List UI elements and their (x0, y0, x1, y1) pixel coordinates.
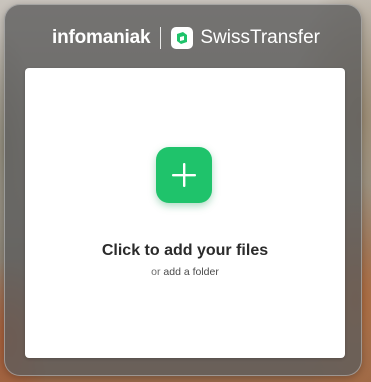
add-files-label[interactable]: Click to add your files (25, 242, 345, 260)
or-text: or (151, 266, 161, 278)
brand-divider (160, 27, 162, 49)
add-folder-line: or add a folder (25, 266, 345, 278)
swisstransfer-logo-text: SwissTransfer (200, 27, 320, 48)
brand-header: infomaniak SwissTransfer (4, 24, 362, 52)
add-folder-link[interactable]: add a folder (163, 266, 218, 278)
add-files-button[interactable] (156, 147, 212, 203)
infomaniak-logo-text: infomaniak (52, 27, 151, 48)
file-dropzone[interactable]: Click to add your files or add a folder (25, 68, 345, 358)
upload-card: infomaniak SwissTransfer Click to add yo… (4, 4, 362, 376)
swisstransfer-logo-icon (171, 27, 194, 49)
plus-icon (172, 163, 196, 187)
desktop-background: infomaniak SwissTransfer Click to add yo… (0, 0, 371, 382)
